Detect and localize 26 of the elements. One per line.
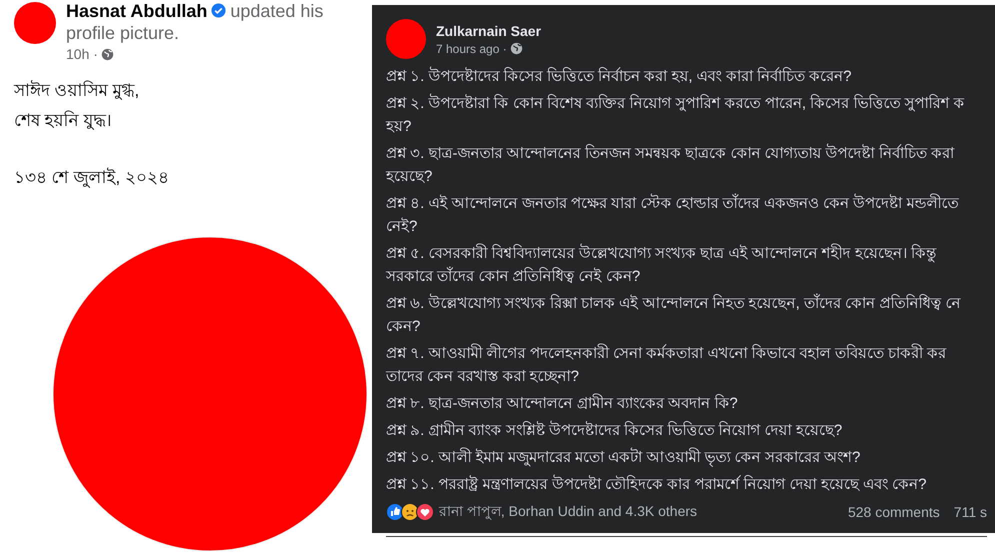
question-text: প্রশ্ন ১. উপদেষ্টাদের কিসের ভিত্তিতে নির্বাচন করা হয়, এবং কারা নির্বাচিত করেন? [386, 66, 853, 87]
post-text: সাঈদ ওয়াসিম মুগ্ধ, শেষ হয়নি যুদ্ধ। [14, 79, 140, 132]
avatar[interactable] [386, 19, 426, 59]
avatar[interactable] [14, 2, 56, 44]
globe-icon [510, 42, 523, 55]
question-text: প্রশ্ন ৩. ছাত্র-জনতার আন্দোলনের তিনজন সমন্বয়ক ছাত্রকে কোন যোগ্যতায় উপদেষ্টা নির্বাচিত করা হয়েছে? [386, 142, 956, 187]
post-time[interactable]: 7 hours ago · [436, 42, 507, 56]
question-text: প্রশ্ন ৬. উল্লেখযোগ্য সংখ্যক রিক্সা চালক এই আন্দোলনে নিহত হয়েছেন, তাঁদের কোন প্রতিনিধিত্ব নে কেন? [386, 292, 962, 337]
reaction-summary[interactable]: রানা পাপুল, Borhan Uddin and 4.3K others [439, 500, 698, 524]
question-text: প্রশ্ন ৫. বেসরকারী বিশ্ববিদ্যালয়ের উল্লেখযোগ্য সংখ্যক ছাত্র এই আন্দোলনে শহীদ হয়েছেন। কিন্তু সরকারে তাঁদের কোন প্রতিনিধিত্ব নেই কেন? [386, 242, 938, 287]
question-text: প্রশ্ন ১০. আলী ইমাম মজুমদারের মতো একটা আওয়ামী ভৃত্য কেন সরকারের অংশ? [386, 446, 862, 469]
author-name[interactable]: Hasnat Abdullah [66, 1, 208, 21]
post-time[interactable]: 10h · [66, 46, 98, 62]
post-text: ১৩৪ শে জুলাই, ২০২৪ [14, 166, 170, 190]
question-text: প্রশ্ন ৮. ছাত্র-জনতার আন্দোলনে গ্রামীন ব্যাংকের অবদান কি? [386, 392, 739, 414]
question-text: প্রশ্ন ৯. গ্রামীন ব্যাংক সংশ্লিষ্ট উপদেষ্টাদের কিসের ভিত্তিতে নিয়োগ দেয়া হয়েছে? [386, 420, 844, 441]
share-count[interactable]: 711 s [954, 504, 987, 520]
question-text: প্রশ্ন ৪. এই আন্দোলনে জনতার পক্ষের যারা স্টেক হোল্ডার তাঁদের একজনও কেন উপদেষ্টা মন্ডলীতে নেই? [386, 192, 960, 237]
question-text: প্রশ্ন ৭. আওয়ামী লীগের পদলেহনকারী সেনা কর্মকতারা এখনো কিভাবে বহাল তবিয়তে চাকরী কর তাদের কেন বরখাস্ত করা হচ্ছেনা? [386, 342, 948, 387]
question-text: প্রশ্ন ১১. পররাষ্ট্র মন্ত্রণালয়ের উপদেষ্টা তৌহিদকে কার পরামর্শে নিয়োগ দেয়া হয়েছে এবং কেন? [386, 474, 928, 495]
globe-icon [100, 48, 114, 60]
question-text: প্রশ্ন ২. উপদেষ্টারা কি কোন বিশেষ ব্যক্তির নিয়োগ সুপারিশ করতে পারেন, কিসের ভিত্তিতে সুপারিশ ক হয়? [386, 92, 966, 137]
comment-count[interactable]: 528 comments [848, 504, 940, 520]
post-title: Hasnat Abdullah updated his profile picture. [66, 0, 324, 44]
love-reaction-icon [416, 503, 434, 521]
author-name[interactable]: Zulkarnain Saer [436, 22, 542, 38]
